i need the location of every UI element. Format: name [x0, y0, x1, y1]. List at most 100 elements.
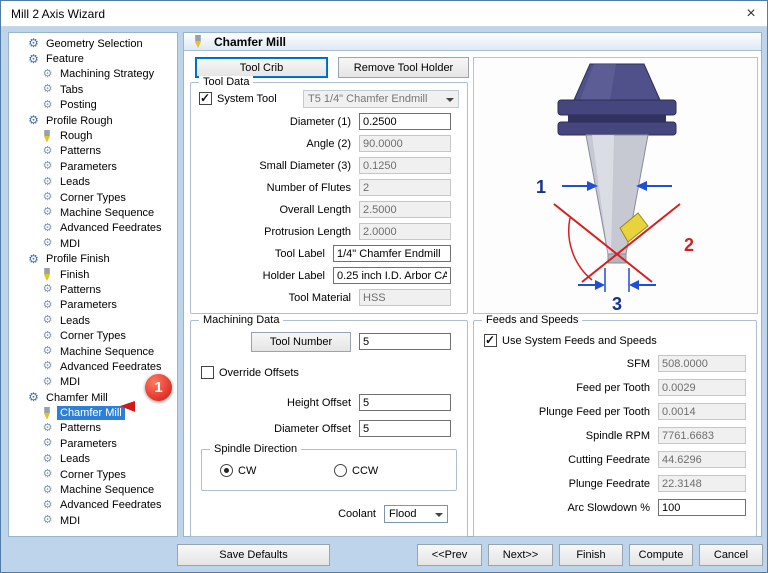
tool-number-button[interactable]: Tool Number [251, 332, 351, 352]
tree-item[interactable]: Finish [9, 267, 177, 282]
tree-item[interactable]: Advanced Feedrates [9, 221, 177, 236]
compute-button[interactable]: Compute [629, 544, 693, 566]
cw-label: CW [238, 464, 257, 477]
tree-item-label: Machine Sequence [60, 484, 155, 497]
wizard-tree-panel: Geometry Selection Feature Machining Str… [8, 32, 178, 537]
form-input[interactable] [658, 475, 746, 492]
tree-item-label: Advanced Feedrates [60, 222, 162, 235]
system-tool-checkbox[interactable] [199, 91, 212, 105]
tree-item[interactable]: Corner Types [9, 190, 177, 205]
form-input[interactable] [658, 355, 746, 372]
tree-item[interactable]: Rough [9, 128, 177, 143]
machining-data-group: Machining Data Tool Number Override Offs… [190, 314, 468, 537]
form-row: Plunge Feed per Tooth [482, 403, 746, 420]
feeds-rows: SFM Feed per Tooth Plunge Feed per Tooth… [482, 355, 746, 523]
tool-data-rows: Diameter (1) Angle (2) Small Diameter (3… [199, 113, 451, 311]
form-row-label: Number of Flutes [266, 181, 351, 194]
tree-item[interactable]: Advanced Feedrates [9, 359, 177, 374]
ccw-radio[interactable] [334, 464, 347, 477]
tree-item-label: Finish [60, 268, 90, 281]
mill-2-axis-wizard-window: Mill 2 Axis Wizard × Geometry Selection … [0, 0, 768, 573]
tree-item[interactable]: Profile Finish [9, 251, 177, 266]
form-input[interactable] [658, 403, 746, 420]
finish-button[interactable]: Finish [559, 544, 623, 566]
use-system-feeds-checkbox[interactable] [484, 333, 497, 347]
tree-item[interactable]: Geometry Selection [9, 36, 177, 51]
tree-item[interactable]: Parameters [9, 159, 177, 174]
tree-item[interactable]: Tabs [9, 82, 177, 97]
tree-item[interactable]: Patterns [9, 282, 177, 297]
tree-item[interactable]: Parameters [9, 298, 177, 313]
tool-number-input[interactable] [359, 333, 451, 350]
tree-item-label: MDI [60, 514, 81, 527]
page-header: Chamfer Mill [184, 33, 761, 51]
tree-item[interactable]: Machine Sequence [9, 205, 177, 220]
close-icon[interactable]: × [735, 1, 767, 27]
tree-item[interactable]: Patterns [9, 144, 177, 159]
tree-item[interactable]: Advanced Feedrates [9, 498, 177, 513]
tree-item-label: Profile Rough [46, 114, 113, 127]
tree-item[interactable]: Corner Types [9, 328, 177, 343]
gears-icon [41, 191, 54, 204]
annotation-arrow [120, 401, 135, 412]
height-offset-label: Height Offset [287, 396, 351, 409]
form-input[interactable] [333, 267, 451, 284]
form-row-label: Cutting Feedrate [568, 453, 650, 466]
tree-item[interactable]: Feature [9, 51, 177, 66]
override-offsets-checkbox[interactable] [201, 366, 214, 379]
tree-item[interactable]: Chamfer Mill [9, 405, 177, 421]
tool-select-dropdown[interactable]: T5 1/4" Chamfer Endmill [303, 90, 459, 108]
gears-icon [41, 514, 54, 527]
tree-item[interactable]: Parameters [9, 436, 177, 451]
form-input[interactable] [658, 379, 746, 396]
tree-item-label: Parameters [60, 437, 117, 450]
tool-data-group-title: Tool Data [199, 76, 254, 88]
tree-item-label: Corner Types [60, 468, 126, 481]
form-input[interactable] [359, 289, 451, 306]
remove-tool-holder-button[interactable]: Remove Tool Holder [338, 57, 469, 78]
form-input[interactable] [359, 223, 451, 240]
form-input[interactable] [359, 201, 451, 218]
tree-item[interactable]: Machine Sequence [9, 344, 177, 359]
next-button[interactable]: Next>> [488, 544, 553, 566]
gear-icon [27, 114, 40, 127]
tree-item[interactable]: Leads [9, 452, 177, 467]
save-defaults-button[interactable]: Save Defaults [177, 544, 330, 566]
cancel-button[interactable]: Cancel [699, 544, 763, 566]
coolant-dropdown[interactable]: Flood [384, 505, 448, 523]
tree-item[interactable]: Patterns [9, 421, 177, 436]
prev-button[interactable]: <<Prev [417, 544, 482, 566]
form-input[interactable] [658, 427, 746, 444]
feeds-group-title: Feeds and Speeds [482, 314, 583, 326]
gears-icon [41, 68, 54, 81]
tool-crib-button[interactable]: Tool Crib [195, 57, 328, 78]
form-input[interactable] [658, 499, 746, 516]
ccw-label: CCW [352, 464, 379, 477]
tree-item[interactable]: Posting [9, 98, 177, 113]
tree-item[interactable]: Leads [9, 313, 177, 328]
form-input[interactable] [359, 113, 451, 130]
form-row: Feed per Tooth [482, 379, 746, 396]
system-tool-label: System Tool [217, 92, 277, 105]
form-input[interactable] [359, 179, 451, 196]
tree-item[interactable]: MDI [9, 513, 177, 528]
form-input[interactable] [333, 245, 451, 262]
form-input[interactable] [658, 451, 746, 468]
form-input[interactable] [359, 135, 451, 152]
gears-icon [41, 422, 54, 435]
tree-item[interactable]: Corner Types [9, 467, 177, 482]
tree-item[interactable]: MDI [9, 236, 177, 251]
gears-icon [41, 222, 54, 235]
tree-item[interactable]: Leads [9, 175, 177, 190]
tree-item[interactable]: Machining Strategy [9, 67, 177, 82]
tree-item[interactable]: Machine Sequence [9, 482, 177, 497]
form-row-label: Overall Length [279, 203, 351, 216]
height-offset-input[interactable] [359, 394, 451, 411]
diameter-offset-input[interactable] [359, 420, 451, 437]
tree-item[interactable]: Profile Rough [9, 113, 177, 128]
tool-select-value: T5 1/4" Chamfer Endmill [308, 93, 428, 105]
form-input[interactable] [359, 157, 451, 174]
cw-radio[interactable] [220, 464, 233, 477]
form-row: Tool Label [199, 245, 451, 262]
gears-icon [41, 99, 54, 112]
